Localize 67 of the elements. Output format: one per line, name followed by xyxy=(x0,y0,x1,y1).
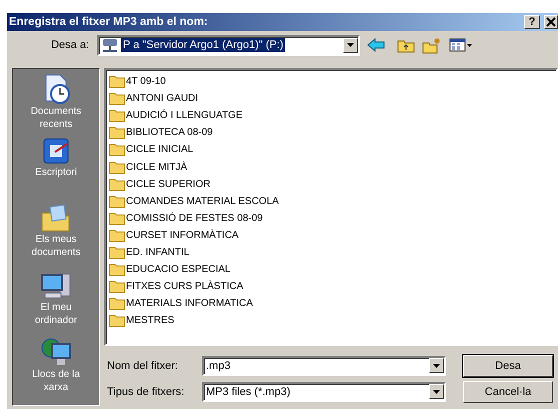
places-label: Documents recents xyxy=(30,105,82,131)
caret-icon xyxy=(433,364,440,368)
folder-icon xyxy=(109,160,125,174)
globe-computer-icon xyxy=(40,336,72,368)
folder-icon xyxy=(109,246,125,259)
places-label: Llocs de la xarxa xyxy=(31,368,81,394)
folder-item[interactable]: EDUCACIO ESPECIAL xyxy=(109,261,556,278)
folder-icon xyxy=(109,126,125,140)
folder-icon xyxy=(109,194,125,208)
cancel-button[interactable]: Cancel·la xyxy=(463,380,553,402)
save-in-label: Desa a: xyxy=(50,39,90,51)
dropdown-button[interactable] xyxy=(429,384,444,399)
computer-icon xyxy=(40,271,72,301)
folder-item[interactable]: ANTONI GAUDI xyxy=(109,90,556,108)
places-item[interactable]: Documents recents xyxy=(16,73,96,136)
close-button[interactable] xyxy=(544,15,558,29)
folder-item[interactable]: FITXES CURS PLÀSTICA xyxy=(109,278,556,296)
caret-icon xyxy=(433,390,440,394)
places-label: Escriptori xyxy=(34,166,78,179)
folder-item[interactable]: MESTRES xyxy=(109,312,556,330)
file-type-label: Tipus de fitxers: xyxy=(106,386,186,398)
folder-icon xyxy=(109,297,125,310)
help-button[interactable]: ? xyxy=(524,15,540,29)
folder-item[interactable]: COMISSIÓ DE FESTES 08-09 xyxy=(109,210,556,227)
places-item[interactable]: El meu ordinador xyxy=(16,271,96,336)
folder-icon xyxy=(109,280,125,294)
new-folder-icon[interactable] xyxy=(422,36,442,54)
back-arrow-icon[interactable] xyxy=(367,38,385,52)
caret-icon xyxy=(347,43,354,47)
folder-icon xyxy=(109,143,125,156)
folder-icon xyxy=(40,203,72,233)
folder-icon xyxy=(109,314,125,328)
folder-item[interactable]: COMANDES MATERIAL ESCOLA xyxy=(109,192,556,210)
file-name-field[interactable]: .mp3 xyxy=(202,356,446,376)
desktop-icon xyxy=(41,136,71,166)
folder-icon xyxy=(109,212,125,225)
folder-item[interactable]: ED. INFANTIL xyxy=(109,244,556,262)
folder-item[interactable]: CURSET INFORMÀTICA xyxy=(109,226,556,244)
folder-item[interactable]: CICLE INICIAL xyxy=(109,141,556,158)
places-item[interactable]: Escriptori xyxy=(16,136,96,203)
places-label: Els meus documents xyxy=(30,233,82,259)
folder-item[interactable]: MATERIALS INFORMATICA xyxy=(109,295,556,312)
folder-icon xyxy=(109,228,125,242)
network-drive-icon xyxy=(101,37,119,53)
folder-icon xyxy=(109,75,125,88)
file-name-label: Nom del fitxer: xyxy=(106,360,179,372)
save-button[interactable]: Desa xyxy=(463,354,553,376)
folder-item[interactable]: CICLE MITJÀ xyxy=(109,158,556,176)
location-dropdown[interactable]: P a "Servidor Argo1 (Argo1)" (P:) xyxy=(97,34,360,56)
file-type-dropdown[interactable]: MP3 files (*.mp3) xyxy=(202,382,446,402)
places-item[interactable]: Els meus documents xyxy=(16,203,96,271)
places-label: El meu ordinador xyxy=(34,301,78,327)
folder-icon xyxy=(109,178,125,191)
folder-item[interactable]: AUDICIÓ I LLENGUATGE xyxy=(109,107,556,124)
dropdown-button[interactable] xyxy=(343,38,358,52)
folder-item[interactable]: 4T 09-10 xyxy=(109,73,556,90)
folder-icon xyxy=(109,92,125,106)
close-icon xyxy=(546,17,556,27)
dropdown-button[interactable] xyxy=(429,358,444,373)
folder-item[interactable]: BIBLIOTECA 08-09 xyxy=(109,124,556,142)
window-title: Enregistra el fitxer MP3 amb el nom: xyxy=(9,16,209,28)
folder-icon xyxy=(109,109,125,122)
places-item[interactable]: Llocs de la xarxa xyxy=(16,336,96,394)
folder-icon xyxy=(109,263,125,276)
location-text: P a "Servidor Argo1 (Argo1)" (P:) xyxy=(121,38,286,52)
folder-item[interactable]: CICLE SUPERIOR xyxy=(109,176,556,193)
view-menu-icon[interactable] xyxy=(449,38,473,52)
